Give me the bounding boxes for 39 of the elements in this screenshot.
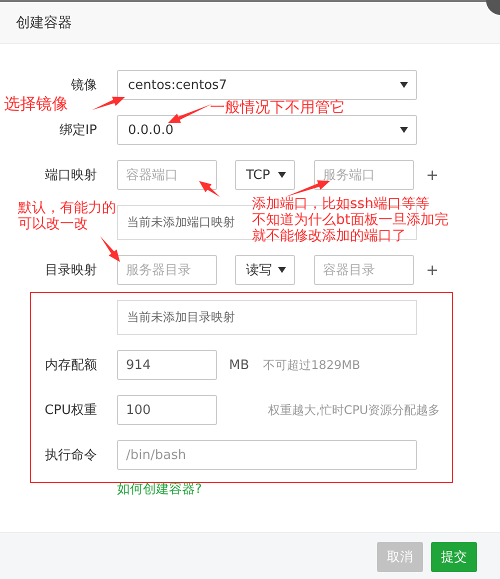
field-label: 执行命令 bbox=[44, 447, 97, 464]
input-field[interactable]: 100 bbox=[117, 395, 217, 425]
field-label: 目录映射 bbox=[44, 262, 97, 279]
input-field[interactable]: 914 bbox=[117, 350, 217, 380]
input-field[interactable]: 服务端口 bbox=[314, 160, 414, 190]
annotation-arrow bbox=[199, 181, 220, 197]
hint-text: 权重越大,忙时CPU资源分配越多 bbox=[268, 402, 440, 418]
field-label: CPU权重 bbox=[44, 402, 97, 419]
annotation-arrow bbox=[92, 96, 125, 110]
input-field[interactable]: /bin/bash bbox=[117, 440, 417, 470]
caret-icon bbox=[400, 82, 408, 88]
annotation-arrow bbox=[168, 104, 212, 123]
caret-icon bbox=[278, 267, 286, 273]
unit-label: MB bbox=[229, 358, 250, 372]
dropdown[interactable]: 读写 bbox=[235, 255, 295, 285]
dialog-title: 创建容器 bbox=[16, 14, 72, 32]
empty-mapping-list: 当前未添加目录映射 bbox=[117, 300, 417, 335]
add-button[interactable]: + bbox=[423, 166, 442, 184]
input-field[interactable]: 容器目录 bbox=[314, 255, 414, 285]
annotation-text: 一般情况下不用管它 bbox=[210, 99, 345, 116]
annotation-text: 选择镜像 bbox=[4, 95, 68, 114]
annotation-arrow bbox=[285, 180, 330, 197]
hint-text: 不可超过1829MB bbox=[263, 356, 360, 374]
caret-icon bbox=[400, 127, 408, 133]
field-label: 端口映射 bbox=[44, 167, 97, 184]
field-label: 镜像 bbox=[70, 77, 97, 94]
field-label: 内存配额 bbox=[44, 357, 97, 374]
dropdown[interactable]: centos:centos7 bbox=[117, 70, 417, 100]
annotation-text: 默认，有能力的 可以改一改 bbox=[18, 200, 116, 232]
annotation-arrow bbox=[100, 236, 120, 262]
caret-icon bbox=[278, 172, 286, 178]
add-button[interactable]: + bbox=[423, 261, 442, 279]
input-field[interactable]: 容器端口 bbox=[117, 160, 217, 190]
annotation-text: 添加端口，比如ssh端口等等 不知道为什么bt面板一旦添加完 就不能修改添加的端口了 bbox=[252, 196, 448, 244]
dropdown[interactable]: 0.0.0.0 bbox=[117, 115, 417, 145]
dropdown[interactable]: TCP bbox=[235, 160, 295, 190]
field-label: 绑定IP bbox=[58, 122, 97, 139]
close-icon[interactable] bbox=[484, 0, 500, 15]
input-field[interactable]: 服务器目录 bbox=[117, 255, 217, 285]
